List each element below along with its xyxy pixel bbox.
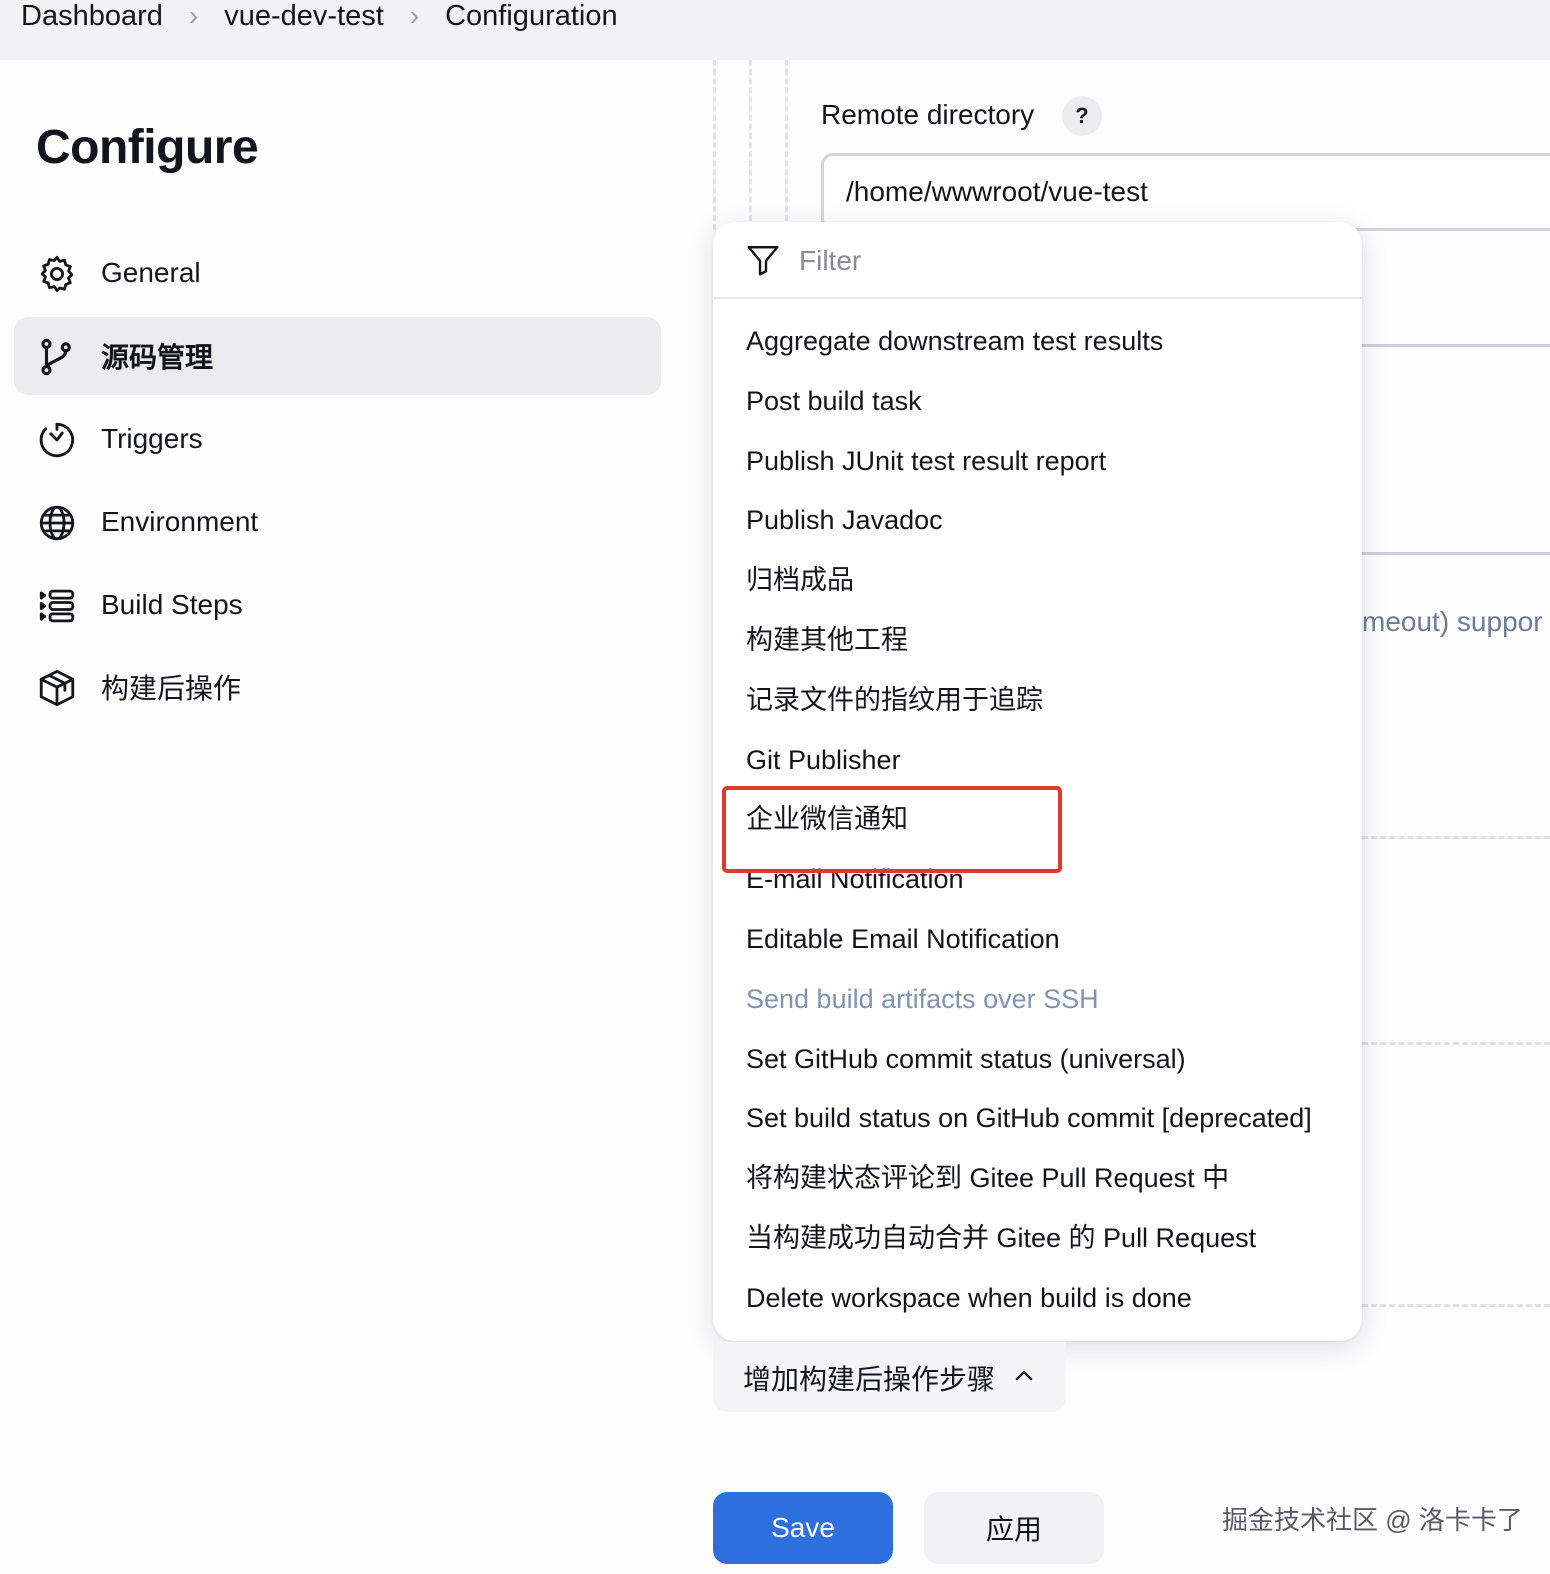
filter-input[interactable] [797, 236, 1321, 286]
sidebar-item-post-build[interactable]: 构建后操作 [14, 648, 661, 726]
dropdown-menu: Aggregate downstream test results Post b… [713, 312, 1362, 1329]
git-branch-icon [41, 338, 71, 376]
globe-icon [39, 505, 75, 541]
menu-item-github-commit-status[interactable]: Set GitHub commit status (universal) [713, 1030, 1362, 1090]
sidebar-item-source-control[interactable]: 源码管理 [14, 317, 661, 395]
help-icon[interactable]: ? [1062, 96, 1102, 136]
sidebar-item-build-steps[interactable]: Build Steps [14, 566, 661, 644]
breadcrumb-separator-icon: › [188, 0, 199, 31]
sidebar-item-general[interactable]: General [14, 234, 661, 312]
chevron-up-icon [1015, 1370, 1033, 1381]
add-post-build-step-button[interactable]: 增加构建后操作步骤 [713, 1342, 1066, 1412]
background-field-border [1362, 552, 1550, 555]
remote-directory-label: Remote directory [821, 99, 1035, 130]
breadcrumb-dashboard[interactable]: Dashboard [21, 0, 163, 33]
post-build-step-dropdown: Aggregate downstream test results Post b… [713, 222, 1362, 1341]
menu-item-wecom-notification[interactable]: 企业微信通知 [713, 790, 1362, 850]
menu-item-gitee-comment[interactable]: 将构建状态评论到 Gitee Pull Request 中 [713, 1149, 1362, 1209]
top-bar: Dashboard › vue-dev-test › Configuration [0, 0, 1550, 60]
apply-button[interactable]: 应用 [924, 1492, 1104, 1564]
page-title: Configure [36, 121, 259, 174]
sidebar-item-label: Triggers [101, 423, 203, 454]
filter-icon [747, 246, 779, 276]
section-guide-line [785, 60, 788, 230]
breadcrumb-project[interactable]: vue-dev-test [224, 0, 384, 33]
sidebar-item-triggers[interactable]: Triggers [14, 400, 661, 478]
section-divider [1362, 1042, 1550, 1045]
menu-item-send-over-ssh: Send build artifacts over SSH [746, 983, 1099, 1014]
section-divider [1362, 1304, 1550, 1307]
sidebar-item-environment[interactable]: Environment [14, 483, 661, 561]
menu-item-archive-artifacts[interactable]: 归档成品 [713, 551, 1362, 611]
background-text: meout) suppor [1362, 606, 1543, 637]
sidebar-item-label: Build Steps [101, 589, 243, 620]
menu-item-github-build-status-deprecated[interactable]: Set build status on GitHub commit [depre… [713, 1089, 1362, 1149]
section-guide-line [749, 60, 752, 230]
menu-item-delete-workspace[interactable]: Delete workspace when build is done [713, 1269, 1362, 1329]
menu-item-post-build-task[interactable]: Post build task [713, 372, 1362, 432]
sidebar-item-label: 源码管理 [101, 342, 214, 373]
list-steps-icon [39, 589, 75, 623]
package-icon [39, 669, 75, 707]
section-guide-line [713, 60, 716, 230]
sidebar-item-label: 构建后操作 [101, 673, 242, 704]
breadcrumb-configuration[interactable]: Configuration [445, 0, 618, 33]
breadcrumb: Dashboard › vue-dev-test › Configuration [21, 0, 644, 38]
menu-item-editable-email[interactable]: Editable Email Notification [713, 910, 1362, 970]
section-divider [1362, 836, 1550, 839]
gear-icon [40, 255, 74, 293]
watermark: 掘金技术社区 @ 洛卡卡了 [1222, 1505, 1523, 1535]
clock-icon [39, 422, 74, 458]
add-post-build-step-label: 增加构建后操作步骤 [743, 1364, 996, 1395]
menu-item-aggregate-downstream[interactable]: Aggregate downstream test results [713, 312, 1362, 372]
sidebar-item-label: General [101, 257, 201, 288]
menu-item-publish-junit[interactable]: Publish JUnit test result report [713, 432, 1362, 492]
menu-item-email-notification[interactable]: E-mail Notification [713, 850, 1362, 910]
background-field-border [1362, 344, 1550, 347]
menu-item-build-other-projects[interactable]: 构建其他工程 [713, 611, 1362, 671]
save-button[interactable]: Save [713, 1492, 893, 1564]
sidebar-item-label: Environment [101, 506, 259, 537]
menu-item-gitee-auto-merge[interactable]: 当构建成功自动合并 Gitee 的 Pull Request [713, 1209, 1362, 1269]
menu-item-fingerprint[interactable]: 记录文件的指纹用于追踪 [713, 671, 1362, 731]
menu-item-git-publisher[interactable]: Git Publisher [713, 731, 1362, 791]
breadcrumb-separator-icon: › [409, 0, 420, 31]
remote-directory-input[interactable] [821, 153, 1550, 231]
filter-row [713, 222, 1362, 299]
menu-item-publish-javadoc[interactable]: Publish Javadoc [713, 491, 1362, 551]
